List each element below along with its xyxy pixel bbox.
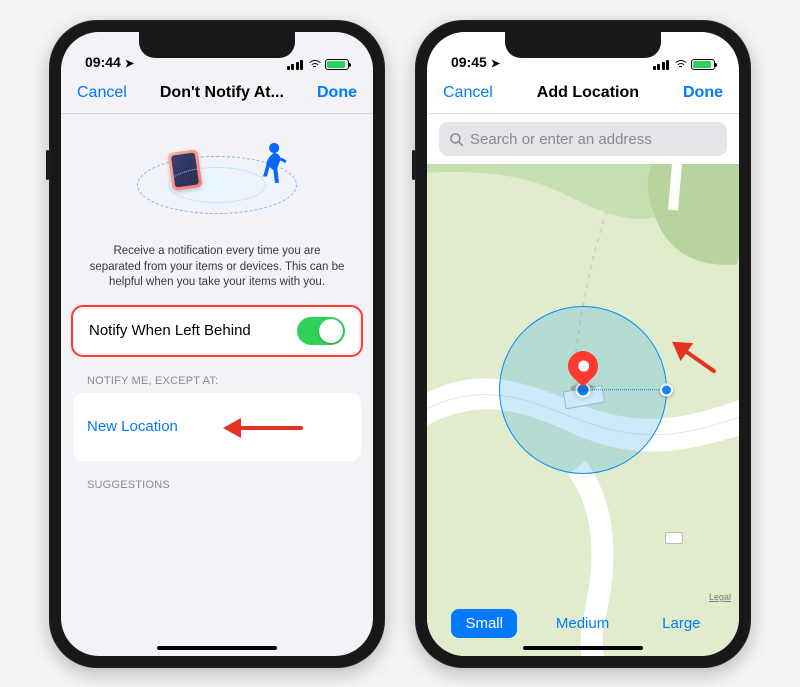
content-area: Legal Small Medium Large bbox=[427, 164, 739, 656]
cellular-signal-icon bbox=[287, 60, 304, 70]
done-button[interactable]: Done bbox=[317, 84, 357, 102]
battery-icon bbox=[325, 59, 349, 70]
map-pin-icon[interactable] bbox=[568, 351, 598, 392]
building-shape bbox=[665, 532, 683, 544]
wifi-icon bbox=[673, 60, 687, 70]
annotation-arrow-icon bbox=[213, 421, 303, 435]
iphone-frame-right: 09:45 ➤ Cancel Add Location Done Search … bbox=[415, 20, 751, 668]
notify-when-left-behind-row: Notify When Left Behind bbox=[75, 309, 359, 353]
nav-title: Don't Notify At... bbox=[160, 84, 284, 102]
iphone-frame-left: 09:44 ➤ Cancel Don't Notify At... Done bbox=[49, 20, 385, 668]
map-view[interactable]: Legal Small Medium Large bbox=[427, 164, 739, 656]
annotation-highlight: Notify When Left Behind bbox=[71, 305, 363, 357]
home-indicator[interactable] bbox=[157, 646, 277, 650]
content-area: Receive a notification every time you ar… bbox=[61, 114, 373, 656]
segment-small[interactable]: Small bbox=[451, 609, 517, 638]
description-text: Receive a notification every time you ar… bbox=[61, 244, 373, 305]
notch bbox=[139, 32, 295, 58]
status-time: 09:44 bbox=[85, 54, 121, 70]
hero-illustration bbox=[61, 114, 373, 244]
cancel-button[interactable]: Cancel bbox=[443, 84, 493, 102]
toggle-label: Notify When Left Behind bbox=[89, 322, 251, 339]
screen: 09:44 ➤ Cancel Don't Notify At... Done bbox=[61, 32, 373, 656]
radius-drag-handle[interactable] bbox=[660, 384, 673, 397]
section-header-suggestions: SUGGESTIONS bbox=[61, 461, 373, 497]
new-location-row[interactable]: New Location bbox=[73, 393, 361, 461]
wifi-icon bbox=[307, 60, 321, 70]
battery-icon bbox=[691, 59, 715, 70]
location-services-icon: ➤ bbox=[491, 57, 500, 70]
search-field[interactable]: Search or enter an address bbox=[439, 122, 727, 156]
section-header-except: NOTIFY ME, EXCEPT AT: bbox=[61, 357, 373, 393]
segment-medium[interactable]: Medium bbox=[542, 609, 623, 638]
notify-toggle[interactable] bbox=[297, 317, 345, 345]
home-indicator[interactable] bbox=[523, 646, 643, 650]
status-time: 09:45 bbox=[451, 54, 487, 70]
device-icon bbox=[168, 149, 203, 191]
search-icon bbox=[449, 132, 464, 147]
map-legal-link[interactable]: Legal bbox=[709, 592, 731, 602]
nav-title: Add Location bbox=[537, 84, 639, 102]
location-services-icon: ➤ bbox=[125, 57, 134, 70]
nav-bar: Cancel Don't Notify At... Done bbox=[61, 72, 373, 114]
search-placeholder: Search or enter an address bbox=[470, 131, 652, 148]
done-button[interactable]: Done bbox=[683, 84, 723, 102]
walking-person-icon bbox=[252, 141, 290, 193]
cancel-button[interactable]: Cancel bbox=[77, 84, 127, 102]
screen: 09:45 ➤ Cancel Add Location Done Search … bbox=[427, 32, 739, 656]
new-location-link[interactable]: New Location bbox=[87, 418, 178, 435]
cellular-signal-icon bbox=[653, 60, 670, 70]
segment-large[interactable]: Large bbox=[648, 609, 714, 638]
notch bbox=[505, 32, 661, 58]
nav-bar: Cancel Add Location Done bbox=[427, 72, 739, 114]
radius-size-segmented-control: Small Medium Large bbox=[439, 604, 727, 642]
